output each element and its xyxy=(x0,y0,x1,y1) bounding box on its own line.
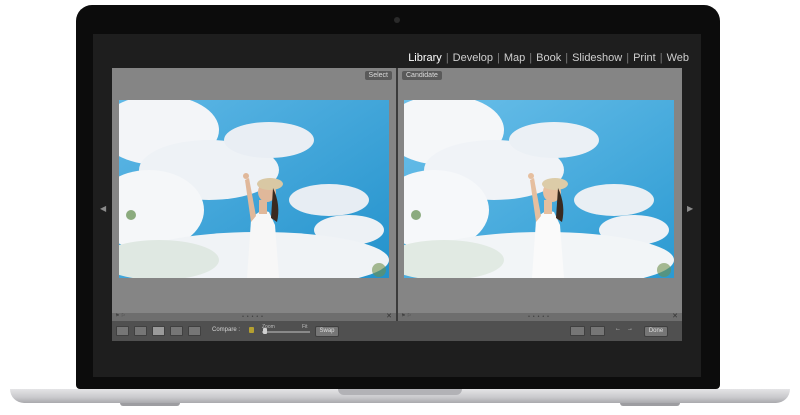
flag-icon[interactable]: ⚑ ⚐ xyxy=(401,313,411,319)
module-separator: | xyxy=(565,52,569,64)
module-separator: | xyxy=(497,52,500,64)
module-print[interactable]: Print xyxy=(633,52,656,64)
zoom-slider[interactable] xyxy=(262,331,310,333)
left-panel-arrow-icon[interactable]: ◀ xyxy=(100,204,106,213)
right-panel-arrow-icon[interactable]: ▶ xyxy=(687,204,693,213)
module-library[interactable]: Library xyxy=(408,52,442,64)
module-separator: | xyxy=(626,52,630,64)
candidate-photo[interactable] xyxy=(404,100,674,278)
candidate-pane-footer: ⚑ ⚐ ••••• ✕ xyxy=(398,313,682,321)
done-button[interactable]: Done xyxy=(644,326,668,337)
compare-view-icon[interactable] xyxy=(152,326,165,336)
candidate-pane[interactable]: Candidate ⚑ ⚐ ••••• ✕ xyxy=(398,68,682,321)
select-pane[interactable]: Select ⚑ ⚐ ••••• ✕ xyxy=(112,68,396,321)
compare-label: Compare : xyxy=(212,327,241,333)
laptop-notch xyxy=(338,389,462,395)
fit-label: Fit xyxy=(302,324,308,330)
rating-dots[interactable]: ••••• xyxy=(242,314,266,320)
photo-candidate-image xyxy=(404,100,674,278)
zoom-slider-knob[interactable] xyxy=(263,328,267,334)
swap-button[interactable]: Swap xyxy=(315,326,339,337)
select-label: Select xyxy=(364,71,392,80)
module-map[interactable]: Map xyxy=(504,52,525,64)
module-separator: | xyxy=(445,52,449,64)
grid-view-icon[interactable] xyxy=(116,326,129,336)
people-view-icon[interactable] xyxy=(188,326,201,336)
app-screen: Library | Develop | Map | Book | Slideshow | Print… xyxy=(93,34,701,377)
webcam xyxy=(394,17,400,23)
photo-select-image xyxy=(119,100,389,278)
close-icon[interactable]: ✕ xyxy=(386,312,392,320)
module-develop[interactable]: Develop xyxy=(453,52,493,64)
select-photo[interactable] xyxy=(119,100,389,278)
module-book[interactable]: Book xyxy=(536,52,561,64)
loupe-view-icon[interactable] xyxy=(134,326,147,336)
module-picker: Library | Develop | Map | Book | Slideshow | Print… xyxy=(408,52,689,64)
laptop-foot-left xyxy=(120,403,180,406)
make-select-icon[interactable] xyxy=(590,326,605,336)
prev-arrow-icon[interactable]: ← xyxy=(615,326,621,332)
laptop-foot-right xyxy=(620,403,680,406)
module-web[interactable]: Web xyxy=(667,52,689,64)
module-separator: | xyxy=(529,52,533,64)
lock-icon[interactable] xyxy=(249,327,254,333)
next-arrow-icon[interactable]: → xyxy=(627,326,633,332)
select-pane-footer: ⚑ ⚐ ••••• ✕ xyxy=(112,313,396,321)
swap-photos-icon[interactable] xyxy=(570,326,585,336)
bottom-toolbar: Compare : Zoom Fit Swap ← → Done xyxy=(112,321,682,341)
survey-view-icon[interactable] xyxy=(170,326,183,336)
rating-dots[interactable]: ••••• xyxy=(528,314,552,320)
candidate-label: Candidate xyxy=(402,71,442,80)
module-separator: | xyxy=(659,52,663,64)
close-icon[interactable]: ✕ xyxy=(672,312,678,320)
module-slideshow[interactable]: Slideshow xyxy=(572,52,622,64)
flag-icon[interactable]: ⚑ ⚐ xyxy=(115,313,125,319)
compare-view: Select ⚑ ⚐ ••••• ✕ Candidate ⚑ ⚐ ••••• ✕ xyxy=(112,68,682,321)
